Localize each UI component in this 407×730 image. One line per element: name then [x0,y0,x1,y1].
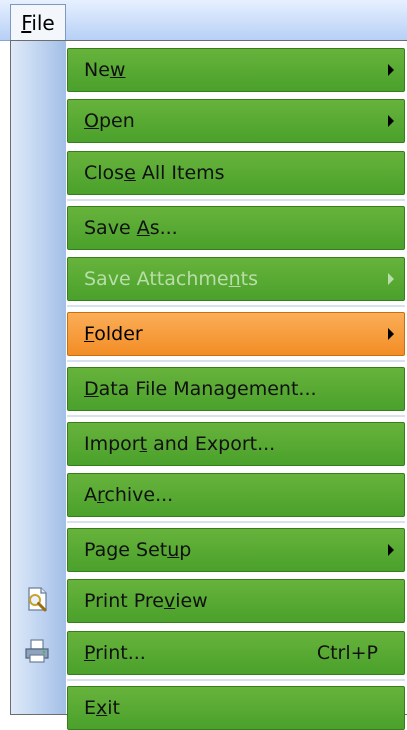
menu-separator [67,199,405,201]
menu-separator [67,305,405,307]
menu-item-folder-label: Folder [84,323,143,345]
menu-separator [67,360,405,362]
menu-item-exit-label: Exit [84,697,120,719]
file-menu-label: File [21,10,55,35]
menu-icon-gutter [11,41,66,714]
menu-item-data-file-management[interactable]: Data File Management... [67,367,405,411]
menu-item-import-and-export[interactable]: Import and Export... [67,422,405,466]
menu-item-save-attachments-label: Save Attachments [84,268,258,290]
print-preview-icon [28,587,47,612]
menu-item-new[interactable]: New [67,48,405,92]
menu-item-exit[interactable]: Exit [67,686,405,730]
submenu-arrow-icon [388,544,394,556]
menu-item-archive[interactable]: Archive... [67,473,405,517]
menu-item-import-and-export-label: Import and Export... [84,433,276,455]
menu-bar: File [0,0,407,41]
printer-icon [25,639,49,663]
menu-item-print-label: Print... [84,642,146,664]
menu-item-print-preview-label: Print Preview [84,590,208,612]
file-menu-tab[interactable]: File [10,4,66,40]
menu-item-page-setup[interactable]: Page Setup [67,528,405,572]
submenu-arrow-icon [388,115,394,127]
menu-item-save-as[interactable]: Save As... [67,206,405,250]
menu-item-print-preview[interactable]: Print Preview [67,579,405,623]
menu-item-print-shortcut: Ctrl+P [316,642,378,664]
menu-item-data-file-management-label: Data File Management... [84,378,317,400]
submenu-arrow-icon [388,273,394,285]
menu-item-open-label: Open [84,110,135,132]
menu-separator [67,415,405,417]
menu-item-open[interactable]: Open [67,99,405,143]
menu-item-page-setup-label: Page Setup [84,539,192,561]
menu-item-archive-label: Archive... [84,484,174,506]
menu-separator [67,521,405,523]
menu-item-folder[interactable]: Folder [67,312,405,356]
menu-item-new-label: New [84,59,126,81]
submenu-arrow-icon [388,64,394,76]
submenu-arrow-icon [388,328,394,340]
menu-separator [67,679,405,681]
menu-item-save-as-label: Save As... [84,217,178,239]
menu-item-close-all-items[interactable]: Close All Items [67,151,405,195]
menu-item-print[interactable]: Print... Ctrl+P [67,631,405,675]
menu-item-save-attachments: Save Attachments [67,257,405,301]
file-menu-dropdown: New Open Close All Items Save As... Save… [10,40,407,730]
menu-item-close-all-items-label: Close All Items [84,162,225,184]
